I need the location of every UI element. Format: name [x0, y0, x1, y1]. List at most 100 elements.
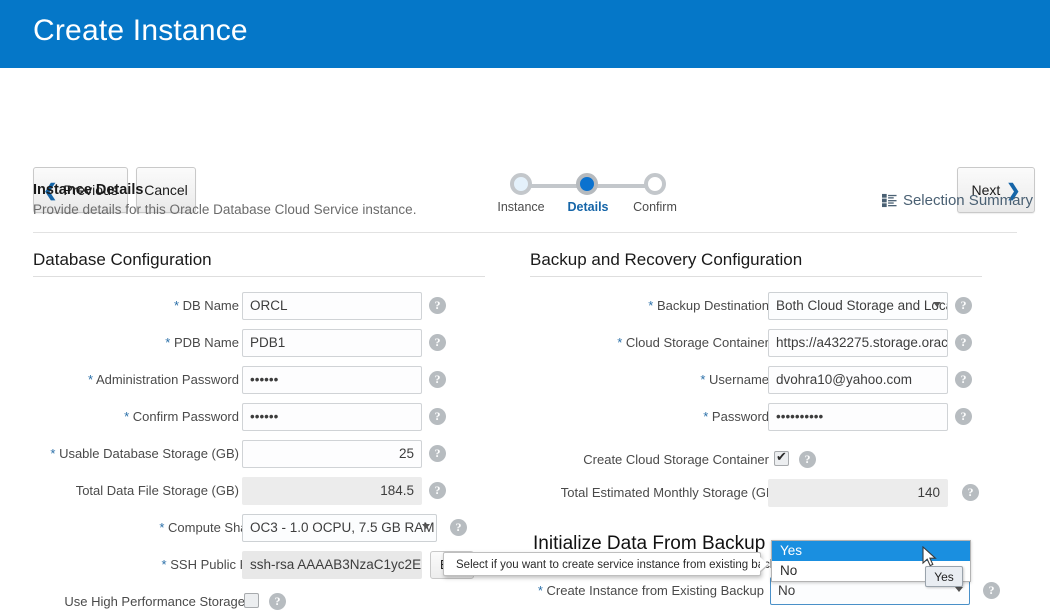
summary-list-icon	[881, 193, 897, 208]
required-marker: *	[703, 409, 709, 424]
help-icon-high-performance-storage[interactable]: ?	[269, 593, 286, 610]
database-configuration-title: Database Configuration	[33, 250, 212, 269]
required-marker: *	[173, 298, 180, 313]
stepper-connector-2	[596, 184, 648, 188]
total-data-file-storage-value: 184.5	[242, 477, 422, 505]
field-row-create-cloud-storage-container: Create Cloud Storage Container ?	[530, 446, 980, 474]
help-icon-db-name[interactable]: ?	[429, 297, 446, 314]
pdb-name-label: PDB Name	[173, 335, 239, 350]
backup-destination-select[interactable]: Both Cloud Storage and Loca	[768, 292, 948, 320]
required-marker: *	[161, 557, 167, 572]
field-row-compute-shape: * Compute Shape OC3 - 1.0 OCPU, 7.5 GB R…	[33, 514, 467, 542]
chevron-down-icon	[933, 302, 941, 307]
help-icon-password[interactable]: ?	[955, 408, 972, 425]
username-label: Username	[709, 372, 769, 387]
help-icon-compute-shape[interactable]: ?	[450, 519, 467, 536]
field-row-high-performance-storage: Use High Performance Storage ?	[33, 588, 323, 616]
backup-destination-label: Backup Destination	[656, 298, 769, 313]
required-marker: *	[537, 583, 543, 598]
ssh-public-key-input[interactable]: ssh-rsa AAAAB3NzaC1yc2EAA	[242, 551, 422, 579]
selection-summary-link[interactable]: Selection Summary	[881, 192, 1033, 209]
confirm-password-input[interactable]: ••••••	[242, 403, 422, 431]
cloud-storage-container-label: Cloud Storage Container	[625, 335, 769, 350]
password-input[interactable]: ••••••••••	[768, 403, 948, 431]
db-name-label: DB Name	[182, 298, 239, 313]
high-performance-storage-label: Use High Performance Storage	[64, 594, 245, 609]
usable-database-storage-label: Usable Database Storage (GB)	[59, 446, 239, 461]
help-icon-username[interactable]: ?	[955, 371, 972, 388]
field-row-total-data-file-storage: Total Data File Storage (GB) 184.5 ?	[33, 477, 446, 505]
password-label: Password	[711, 409, 769, 424]
field-row-password: * Password •••••••••• ?	[530, 403, 980, 431]
confirm-password-label: Confirm Password	[132, 409, 239, 424]
compute-shape-value: OC3 - 1.0 OCPU, 7.5 GB RAM	[250, 520, 435, 535]
step-circle-details[interactable]	[576, 173, 598, 195]
step-circle-confirm[interactable]	[644, 173, 666, 195]
help-icon-usable-database-storage[interactable]: ?	[429, 445, 446, 462]
create-instance-page: Create Instance ❮ Previous Cancel Next ❯…	[0, 0, 1050, 616]
backup-recovery-rule	[530, 276, 982, 277]
chevron-down-icon	[422, 524, 430, 529]
wizard-toolbar: ❮ Previous Cancel Next ❯ Instance Detail…	[0, 68, 1050, 214]
help-icon-administration-password[interactable]: ?	[429, 371, 446, 388]
instance-details-subtitle: Provide details for this Oracle Database…	[33, 202, 417, 217]
wizard-stepper: Instance Details Confirm	[497, 168, 678, 218]
help-icon-backup-destination[interactable]: ?	[955, 297, 972, 314]
help-icon-pdb-name[interactable]: ?	[429, 334, 446, 351]
required-marker: *	[648, 298, 654, 313]
cloud-storage-container-input[interactable]: https://a432275.storage.oraclecl	[768, 329, 948, 357]
help-icon-cloud-storage-container[interactable]: ?	[955, 334, 972, 351]
dropdown-option-yes[interactable]: Yes	[772, 541, 970, 561]
chevron-down-icon	[955, 587, 963, 592]
backup-recovery-title: Backup and Recovery Configuration	[530, 250, 803, 269]
field-row-total-estimated-monthly-storage: Total Estimated Monthly Storage (GB) 140…	[530, 479, 990, 507]
high-performance-storage-checkbox[interactable]	[244, 593, 259, 608]
administration-password-label: Administration Password	[95, 372, 239, 387]
total-estimated-monthly-storage-value: 140	[768, 479, 948, 507]
total-estimated-monthly-storage-label: Total Estimated Monthly Storage (GB)	[560, 485, 779, 500]
step-label-confirm[interactable]: Confirm	[613, 200, 697, 214]
field-row-confirm-password: * Confirm Password •••••• ?	[33, 403, 446, 431]
help-icon-create-cloud-storage-container[interactable]: ?	[799, 451, 816, 468]
required-marker: *	[700, 372, 706, 387]
required-marker: *	[87, 372, 94, 387]
required-marker: *	[124, 409, 130, 424]
field-tooltip: Select if you want to create service ins…	[443, 552, 788, 576]
usable-database-storage-input[interactable]: 25	[242, 440, 422, 468]
app-header: Create Instance	[0, 0, 1050, 68]
help-icon-create-instance-from-existing-backup[interactable]: ?	[983, 582, 1000, 599]
header-divider	[33, 232, 1017, 233]
help-icon-confirm-password[interactable]: ?	[429, 408, 446, 425]
create-instance-from-existing-backup-value: No	[778, 583, 796, 598]
field-row-cloud-storage-container: * Cloud Storage Container https://a43227…	[530, 329, 980, 357]
selection-summary-label: Selection Summary	[902, 192, 1033, 209]
username-input[interactable]: dvohra10@yahoo.com	[768, 366, 948, 394]
mouse-cursor-icon	[922, 546, 937, 567]
total-data-file-storage-label: Total Data File Storage (GB)	[75, 483, 239, 498]
create-instance-from-existing-backup-label: Create Instance from Existing Backup	[546, 583, 765, 598]
stepper-connector-1	[528, 184, 580, 188]
required-marker: *	[165, 335, 171, 350]
help-icon-total-estimated-monthly-storage[interactable]: ?	[962, 484, 979, 501]
backup-destination-value: Both Cloud Storage and Loca	[776, 298, 948, 313]
step-circle-instance[interactable]	[510, 173, 532, 195]
create-cloud-storage-container-label: Create Cloud Storage Container	[583, 452, 769, 467]
compute-shape-select[interactable]: OC3 - 1.0 OCPU, 7.5 GB RAM	[242, 514, 437, 542]
required-marker: *	[617, 335, 623, 350]
field-row-db-name: * DB Name ORCL ?	[33, 292, 446, 320]
instance-details-heading: Instance Details	[33, 182, 144, 198]
required-marker: *	[159, 520, 165, 535]
field-row-pdb-name: * PDB Name PDB1 ?	[33, 329, 446, 357]
pdb-name-input[interactable]: PDB1	[242, 329, 422, 357]
field-row-ssh-public-key: * SSH Public Key ssh-rsa AAAAB3NzaC1yc2E…	[33, 551, 474, 579]
field-row-administration-password: * Administration Password •••••• ?	[33, 366, 446, 394]
page-title: Create Instance	[33, 14, 248, 47]
field-row-backup-destination: * Backup Destination Both Cloud Storage …	[530, 292, 980, 320]
db-name-input[interactable]: ORCL	[242, 292, 422, 320]
page-heading-block: Instance Details Provide details for thi…	[33, 182, 416, 217]
field-row-username: * Username dvohra10@yahoo.com ?	[530, 366, 980, 394]
field-row-usable-database-storage: * Usable Database Storage (GB) 25 ?	[33, 440, 446, 468]
help-icon-total-data-file-storage[interactable]: ?	[429, 482, 446, 499]
create-cloud-storage-container-checkbox[interactable]	[774, 449, 789, 466]
administration-password-input[interactable]: ••••••	[242, 366, 422, 394]
